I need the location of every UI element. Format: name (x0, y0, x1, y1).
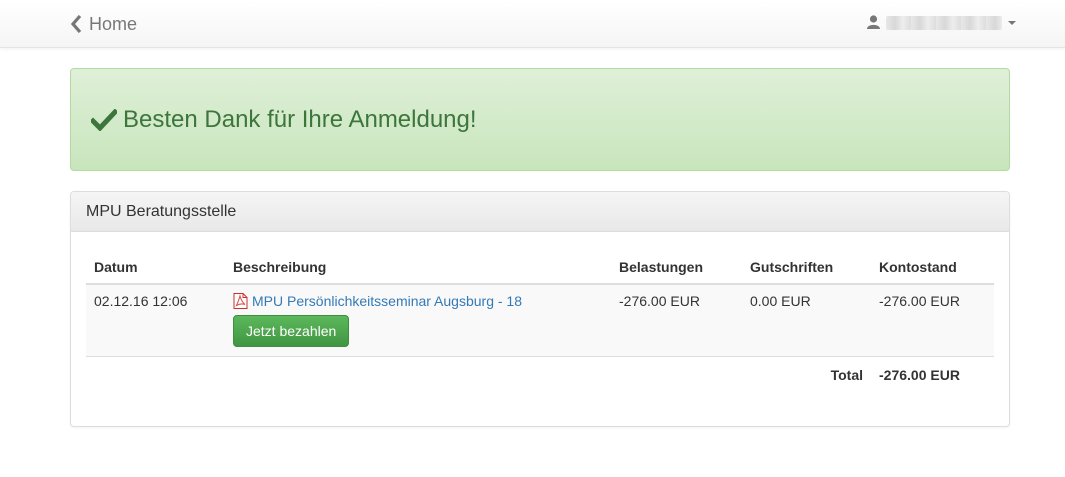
cell-beschreibung: MPU Persönlichkeitsseminar Augsburg - 18… (225, 284, 611, 357)
checkmark-icon (91, 108, 123, 131)
account-panel: MPU Beratungsstelle Datum Beschreibung B… (70, 191, 1010, 427)
user-icon (867, 14, 880, 32)
caret-down-icon (1008, 21, 1016, 25)
column-header-beschreibung: Beschreibung (225, 248, 611, 285)
cell-kontostand: -276.00 EUR (871, 284, 994, 357)
user-name (886, 16, 1002, 30)
column-header-kontostand: Kontostand (871, 248, 994, 285)
total-row: Total -276.00 EUR (86, 356, 994, 394)
column-header-belastungen: Belastungen (611, 248, 742, 285)
chevron-left-icon (70, 15, 82, 33)
transactions-table: Datum Beschreibung Belastungen Gutschrif… (86, 248, 994, 394)
column-header-gutschriften: Gutschriften (742, 248, 871, 285)
user-menu-dropdown[interactable] (867, 14, 1016, 32)
pay-now-button[interactable]: Jetzt bezahlen (233, 315, 350, 347)
cell-belastungen: -276.00 EUR (611, 284, 742, 357)
panel-body: Datum Beschreibung Belastungen Gutschrif… (86, 248, 994, 394)
panel-title: MPU Beratungsstelle (71, 192, 1009, 232)
table-row: 02.12.16 12:06 MPU Persönlichkeitssemina… (86, 284, 994, 357)
total-label: Total (830, 366, 863, 383)
seminar-document-link[interactable]: MPU Persönlichkeitsseminar Augsburg - 18 (233, 293, 522, 309)
cell-gutschriften: 0.00 EUR (742, 284, 871, 357)
table-header-row: Datum Beschreibung Belastungen Gutschrif… (86, 248, 994, 285)
cell-datum: 02.12.16 12:06 (86, 284, 225, 357)
pdf-icon (233, 293, 248, 309)
home-link[interactable]: Home (70, 13, 137, 35)
success-alert: Besten Dank für Ihre Anmeldung! (70, 68, 1010, 171)
home-label: Home (89, 13, 138, 34)
top-navbar: Home (0, 0, 1065, 48)
seminar-link-text: MPU Persönlichkeitsseminar Augsburg - 18 (252, 293, 523, 309)
column-header-datum: Datum (86, 248, 225, 285)
total-value: -276.00 EUR (879, 366, 960, 383)
alert-message: Besten Dank für Ihre Anmeldung! (123, 105, 477, 133)
